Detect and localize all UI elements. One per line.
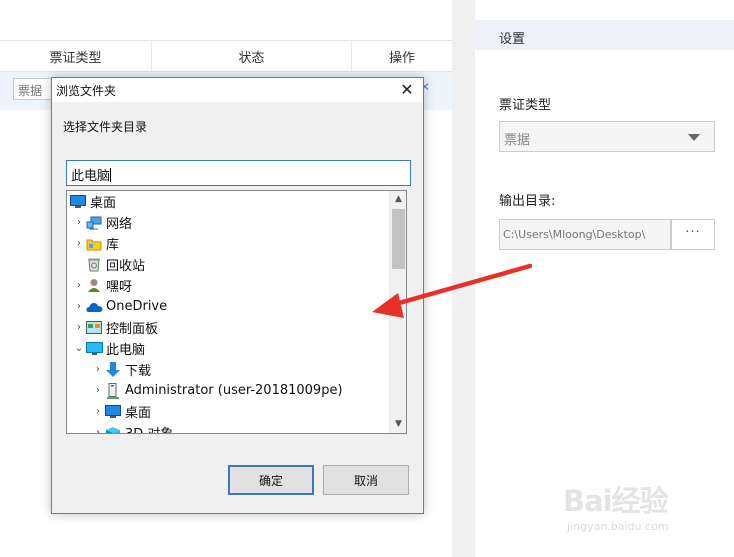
3d-objects-icon xyxy=(104,425,122,433)
dialog-title: 浏览文件夹 xyxy=(56,83,117,98)
table-header: 票证类型 状态 操作 xyxy=(0,40,452,72)
control-panel-icon xyxy=(85,320,103,336)
network-drive-icon xyxy=(104,382,122,399)
chevron-right-icon[interactable]: › xyxy=(73,317,85,338)
user-icon xyxy=(85,278,103,294)
tree-item-label: Administrator (user-20181009pe) xyxy=(125,383,343,398)
watermark: Bai经验 jingyan.baidu.com xyxy=(563,478,703,548)
dialog-description: 选择文件夹目录 xyxy=(63,120,148,134)
chevron-right-icon[interactable]: › xyxy=(73,233,85,254)
tree-item-recycle-bin[interactable]: 回收站 xyxy=(85,254,145,275)
chevron-right-icon[interactable]: › xyxy=(92,359,104,380)
tree-item-label: 嘿呀 xyxy=(106,280,133,295)
tree-item-label: OneDrive xyxy=(106,299,168,314)
tree-item-network[interactable]: › 网络 xyxy=(73,212,132,233)
onedrive-icon xyxy=(85,299,103,315)
chevron-down-icon[interactable]: ⌄ xyxy=(73,338,85,359)
chevron-right-icon[interactable]: › xyxy=(73,296,85,317)
tree-item-label: 控制面板 xyxy=(106,322,159,337)
chevron-right-icon[interactable]: › xyxy=(73,275,85,296)
browse-button[interactable]: ··· xyxy=(671,219,715,250)
desktop-icon xyxy=(104,404,122,420)
chevron-down-icon xyxy=(688,134,700,141)
desktop-icon xyxy=(69,194,87,210)
chevron-right-icon[interactable]: › xyxy=(92,401,104,422)
tree-item-label: 回收站 xyxy=(106,259,146,274)
chevron-right-icon[interactable]: › xyxy=(92,380,104,401)
output-dir-label: 输出目录: xyxy=(499,194,556,209)
panel-divider xyxy=(452,0,475,557)
watermark-brand: Bai经验 xyxy=(563,484,669,518)
settings-title: 设置 xyxy=(475,20,734,50)
settings-panel: 设置 票证类型 票据 输出目录: C:\Users\Mloong\Desktop… xyxy=(475,20,734,557)
close-icon[interactable]: ✕ xyxy=(398,80,416,100)
tree-item-this-pc[interactable]: ⌄ 此电脑 xyxy=(73,338,145,359)
tree-item-label: 此电脑 xyxy=(106,343,146,358)
tree-item-3d-objects[interactable]: › 3D 对象 xyxy=(92,422,173,433)
tree-item-label: 桌面 xyxy=(90,196,117,211)
tree-item-label: 桌面 xyxy=(125,406,152,421)
chevron-right-icon[interactable]: › xyxy=(92,422,104,433)
scroll-thumb[interactable] xyxy=(392,209,405,269)
tree-item-control-panel[interactable]: › 控制面板 xyxy=(73,317,158,338)
ticket-type-select[interactable]: 票据 xyxy=(499,121,715,152)
cancel-button[interactable]: 取消 xyxy=(323,465,409,495)
column-header-ticket-type[interactable]: 票证类型 xyxy=(0,41,152,71)
column-header-actions[interactable]: 操作 xyxy=(352,41,452,71)
tree-item-desktop[interactable]: 桌面 xyxy=(69,191,116,212)
tree-item-label: 下载 xyxy=(125,364,152,379)
tree-item-label: 3D 对象 xyxy=(125,423,173,433)
recycle-bin-icon xyxy=(85,257,103,273)
computer-icon xyxy=(85,341,103,357)
tree-scrollbar[interactable]: ▲ ▼ xyxy=(389,191,406,433)
tree-item-user[interactable]: › 嘿呀 xyxy=(73,275,132,296)
tree-item-label: 网络 xyxy=(106,217,133,232)
column-header-status[interactable]: 状态 xyxy=(152,41,352,71)
library-icon xyxy=(85,236,103,252)
browse-folder-dialog: 浏览文件夹 ✕ 选择文件夹目录 此电脑 桌面 › 网络 › 库 回收站 › 嘿呀… xyxy=(51,77,424,514)
tree-item-desktop-child[interactable]: › 桌面 xyxy=(92,401,151,422)
tree-item-downloads[interactable]: › 下载 xyxy=(92,359,151,380)
network-icon xyxy=(85,215,103,231)
tree-item-onedrive[interactable]: › OneDrive xyxy=(73,296,167,317)
ticket-type-value: 票据 xyxy=(504,133,531,148)
tree-item-library[interactable]: › 库 xyxy=(73,233,119,254)
download-icon xyxy=(104,361,122,378)
row-ticket-type-field[interactable]: 票据 xyxy=(13,78,53,100)
tree-item-label: 库 xyxy=(106,238,120,253)
chevron-right-icon[interactable]: › xyxy=(73,212,85,233)
folder-tree[interactable]: 桌面 › 网络 › 库 回收站 › 嘿呀 › OneDrive › 控制面板 ⌄… xyxy=(66,190,407,434)
dialog-titlebar[interactable]: 浏览文件夹 xyxy=(52,78,423,102)
scroll-down-icon[interactable]: ▼ xyxy=(390,416,406,433)
folder-name-value: 此电脑 xyxy=(71,169,111,184)
scroll-up-icon[interactable]: ▲ xyxy=(390,191,406,208)
ok-button[interactable]: 确定 xyxy=(228,465,314,495)
tree-item-network-drive[interactable]: › Administrator (user-20181009pe) xyxy=(92,380,343,401)
output-dir-field[interactable]: C:\Users\Mloong\Desktop\ xyxy=(499,219,671,250)
folder-name-input[interactable]: 此电脑 xyxy=(66,160,411,186)
watermark-url: jingyan.baidu.com xyxy=(567,520,669,533)
text-cursor xyxy=(110,168,112,182)
ticket-type-label: 票证类型 xyxy=(499,98,552,113)
